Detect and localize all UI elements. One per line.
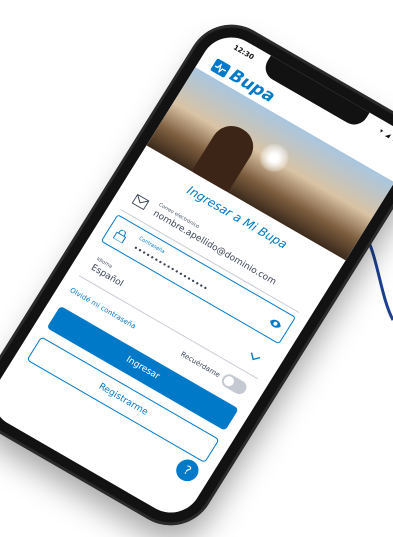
- help-icon[interactable]: ?: [171, 455, 203, 486]
- dandelion-image: [253, 137, 296, 179]
- status-icons: ▾ ◢ ▮: [378, 127, 393, 144]
- hero-person: [191, 118, 261, 193]
- status-time: 12:30: [231, 43, 256, 62]
- chevron-down-icon[interactable]: [247, 350, 263, 364]
- toggle-knob: [221, 374, 236, 388]
- bupa-logo-icon: [210, 58, 232, 79]
- remember-me-toggle[interactable]: [219, 371, 250, 397]
- mail-icon: [131, 193, 150, 211]
- lock-icon: [112, 229, 127, 244]
- eye-icon[interactable]: [266, 315, 284, 332]
